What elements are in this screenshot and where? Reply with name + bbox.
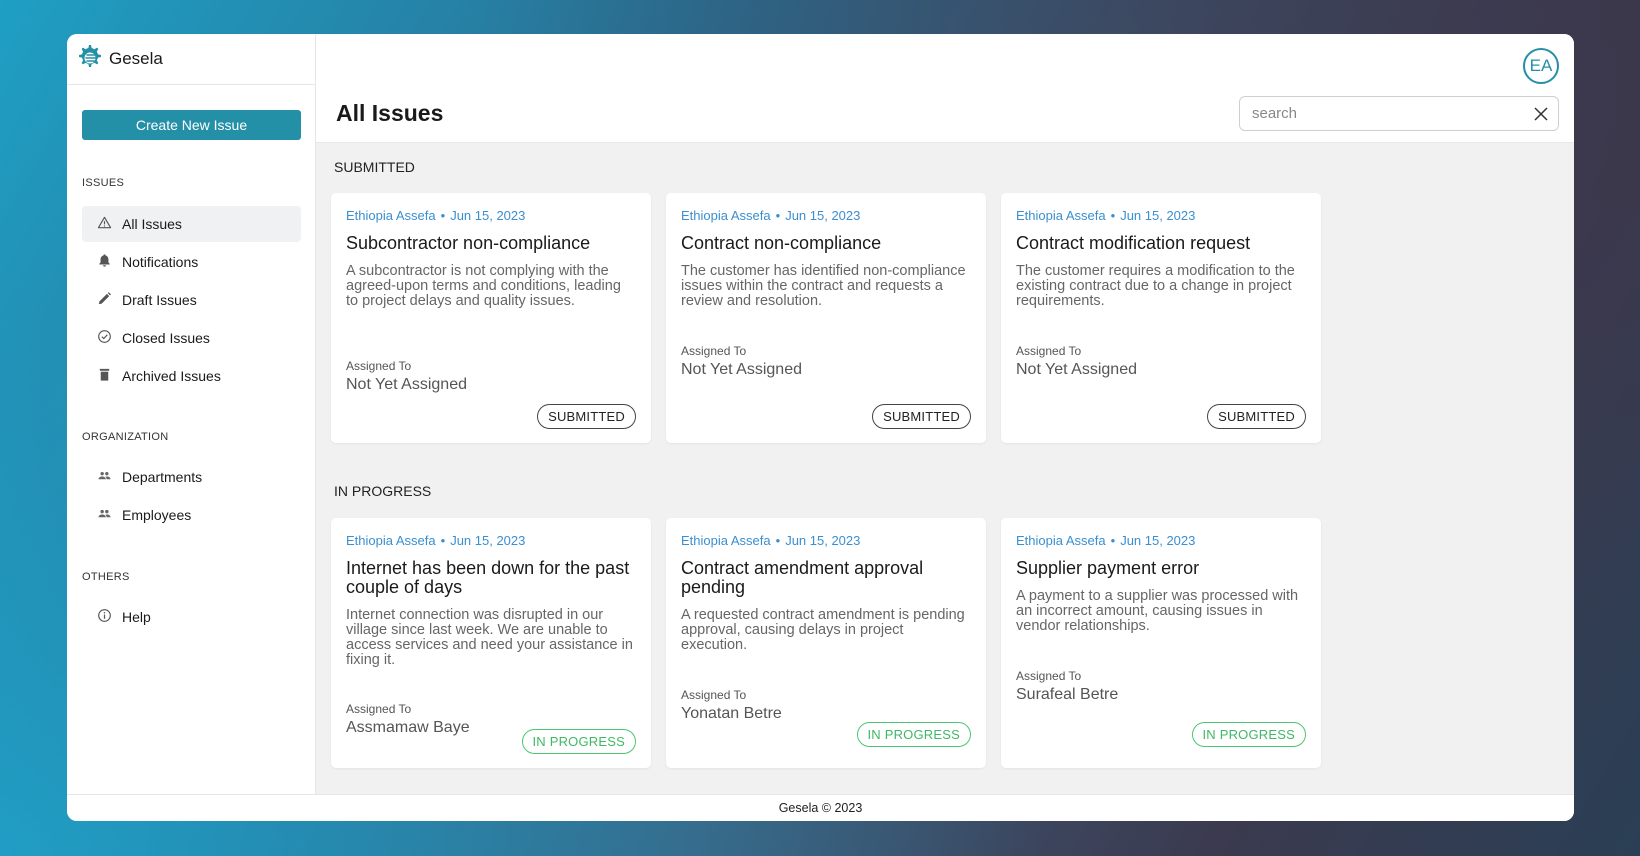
section-label-others: OTHERS [82, 571, 130, 583]
assigned-to: Yonatan Betre [681, 705, 782, 722]
assigned-label: Assigned To [346, 359, 412, 373]
sidebar-item-label: All Issues [122, 216, 182, 232]
issue-card[interactable]: Ethiopia Assefa • Jun 15, 2023 Contract am… [666, 518, 986, 768]
status-badge: IN PROGRESS [856, 722, 971, 747]
footer: Gesela © 2023 [67, 794, 1574, 821]
issue-description: A subcontractor is not complying with th… [346, 263, 621, 309]
assigned-label: Assigned To [681, 344, 747, 358]
sidebar-item-departments[interactable]: Departments [82, 459, 301, 495]
issue-meta: Ethiopia Assefa • Jun 15, 2023 [681, 533, 861, 548]
status-badge: SUBMITTED [537, 404, 636, 429]
issue-date: Jun 15, 2023 [785, 533, 861, 548]
section-label-issues: ISSUES [82, 177, 125, 189]
issue-date: Jun 15, 2023 [1120, 533, 1196, 548]
issue-card[interactable]: Ethiopia Assefa • Jun 15, 2023 Subcontract… [331, 193, 651, 443]
assigned-label: Assigned To [1016, 344, 1082, 358]
gesela-logo-icon [75, 43, 103, 76]
issue-description: The customer has identified non-complian… [681, 263, 966, 309]
close-icon [1534, 106, 1548, 121]
sidebar-item-label: Departments [122, 469, 203, 485]
brand-name: Gesela [109, 49, 163, 68]
issue-title: Internet has been down for the past coup… [346, 558, 630, 597]
assigned-to: Assmamaw Baye [346, 719, 470, 736]
assigned-label: Assigned To [1016, 669, 1082, 683]
status-badge: IN PROGRESS [521, 729, 636, 754]
user-avatar[interactable]: EA [1523, 48, 1559, 84]
issue-title: Supplier payment error [1016, 558, 1200, 578]
issue-date: Jun 15, 2023 [450, 208, 526, 223]
sidebar-item-label: Archived Issues [122, 368, 221, 384]
issue-author[interactable]: Ethiopia Assefa [681, 208, 771, 223]
main-content: EA All Issues SUBMITTED Ethiopia Assefa•… [316, 34, 1574, 794]
issue-card[interactable]: Ethiopia Assefa • Jun 15, 2023 Supplier pa… [1001, 518, 1321, 768]
sidebar: Gesela Create New Issue ISSUES All Issue… [67, 34, 316, 794]
status-badge: SUBMITTED [1207, 404, 1306, 429]
issue-author[interactable]: Ethiopia Assefa [346, 208, 436, 223]
topbar: EA All Issues [316, 34, 1574, 143]
issue-title: Contract modification request [1016, 233, 1251, 253]
sidebar-item-label: Notifications [122, 254, 199, 270]
sidebar-item-closed-issues[interactable]: Closed Issues [82, 320, 301, 356]
group-label-submitted: SUBMITTED [334, 159, 415, 175]
issue-date: Jun 15, 2023 [785, 208, 861, 223]
issue-description: A payment to a supplier was processed wi… [1016, 588, 1299, 634]
issue-meta: Ethiopia Assefa • Jun 15, 2023 [1016, 533, 1196, 548]
sidebar-item-draft-issues[interactable]: Draft Issues [82, 282, 301, 318]
search-box [1239, 96, 1559, 131]
assigned-to: Surafeal Betre [1016, 686, 1119, 703]
issue-card[interactable]: Ethiopia Assefa • Jun 15, 2023 Internet ha… [331, 518, 651, 768]
trash-icon [97, 367, 112, 385]
sidebar-item-label: Employees [122, 507, 192, 523]
issue-meta: Ethiopia Assefa • Jun 15, 2023 [346, 208, 526, 223]
issue-title: Subcontractor non-compliance [346, 233, 591, 253]
sidebar-item-label: Draft Issues [122, 292, 197, 308]
assigned-to: Not Yet Assigned [681, 361, 802, 378]
check-circle-icon [97, 329, 112, 347]
status-badge: IN PROGRESS [1191, 722, 1306, 747]
sidebar-item-help[interactable]: Help [82, 599, 301, 635]
clear-search-button[interactable] [1524, 97, 1558, 131]
issue-title: Contract amendment approval pending [681, 558, 924, 597]
people-icon [97, 506, 112, 524]
issue-author[interactable]: Ethiopia Assefa [346, 533, 436, 548]
issue-author[interactable]: Ethiopia Assefa [681, 533, 771, 548]
brand[interactable]: Gesela [67, 34, 315, 85]
issue-author[interactable]: Ethiopia Assefa [1016, 533, 1106, 548]
group-label-in-progress: IN PROGRESS [334, 483, 432, 499]
issue-date: Jun 15, 2023 [450, 533, 526, 548]
issue-description: The customer requires a modification to … [1016, 263, 1295, 309]
issue-card[interactable]: Ethiopia Assefa • Jun 15, 2023 Contract mo… [1001, 193, 1321, 443]
sidebar-item-archived-issues[interactable]: Archived Issues [82, 358, 301, 394]
create-new-issue-button[interactable]: Create New Issue [82, 110, 301, 140]
sidebar-item-employees[interactable]: Employees [82, 497, 301, 533]
issue-card[interactable]: Ethiopia Assefa • Jun 15, 2023 Contract no… [666, 193, 986, 443]
issue-title: Contract non-compliance [681, 233, 882, 253]
assigned-to: Not Yet Assigned [1016, 361, 1137, 378]
sidebar-item-notifications[interactable]: Notifications [82, 244, 301, 280]
page-title: All Issues [336, 100, 444, 126]
sidebar-item-all-issues[interactable]: All Issues [82, 206, 301, 242]
people-icon [97, 468, 112, 486]
section-label-organization: ORGANIZATION [82, 431, 169, 443]
warning-triangle-icon [97, 215, 112, 233]
assigned-label: Assigned To [346, 702, 412, 716]
issue-description: A requested contract amendment is pendin… [681, 607, 965, 653]
search-input[interactable] [1240, 105, 1524, 122]
issue-meta: Ethiopia Assefa • Jun 15, 2023 [1016, 208, 1196, 223]
issue-author[interactable]: Ethiopia Assefa [1016, 208, 1106, 223]
app-window: Gesela Create New Issue ISSUES All Issue… [67, 34, 1574, 821]
issue-meta: Ethiopia Assefa • Jun 15, 2023 [346, 533, 526, 548]
issue-description: Internet connection was disrupted in our… [346, 607, 633, 668]
info-circle-icon [97, 608, 112, 626]
sidebar-item-label: Help [122, 609, 151, 625]
assigned-to: Not Yet Assigned [346, 376, 467, 393]
issue-meta: Ethiopia Assefa • Jun 15, 2023 [681, 208, 861, 223]
sidebar-item-label: Closed Issues [122, 330, 210, 346]
pencil-icon [97, 291, 112, 309]
issue-date: Jun 15, 2023 [1120, 208, 1196, 223]
bell-icon [97, 253, 112, 271]
assigned-label: Assigned To [681, 688, 747, 702]
status-badge: SUBMITTED [872, 404, 971, 429]
